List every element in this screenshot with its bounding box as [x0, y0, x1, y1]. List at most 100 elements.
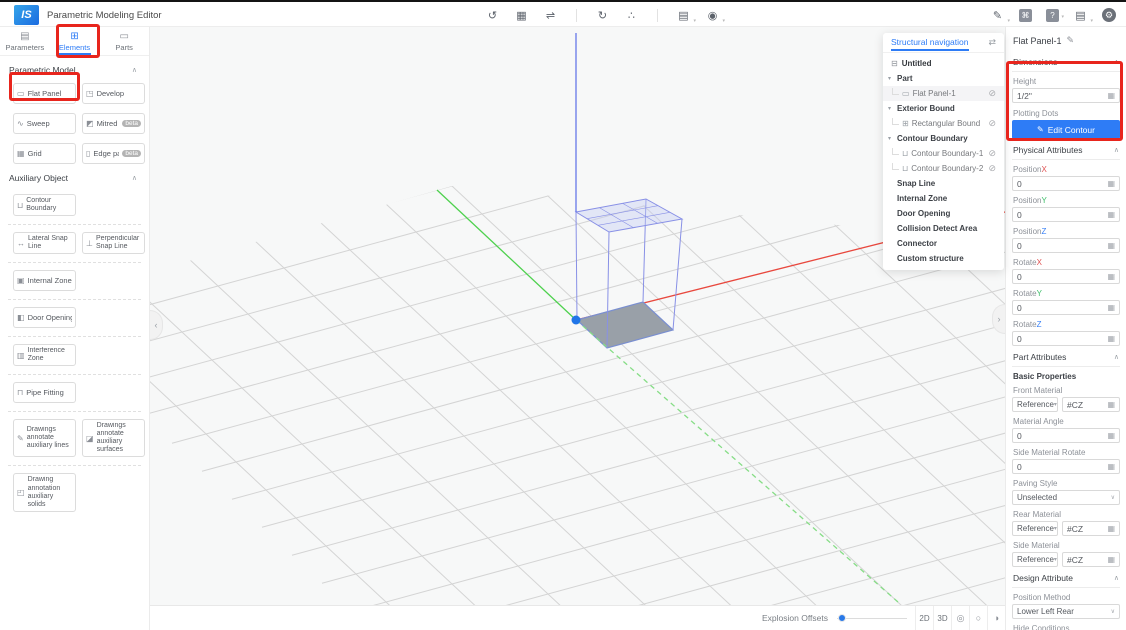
drawing-annotation-auxiliary-solids-button[interactable]: ◰Drawing annotation auxiliary solids — [13, 473, 76, 511]
calculator-icon[interactable]: ▦ — [1107, 179, 1115, 188]
docs-icon[interactable]: ▤▾ — [1073, 9, 1088, 22]
calculator-icon[interactable]: ▦ — [1107, 524, 1115, 533]
visibility-eye-icon[interactable]: ⊘ — [988, 163, 996, 174]
orbit-tool-icon[interactable]: ↺ — [485, 9, 500, 22]
calculator-icon[interactable]: ▦ — [1107, 210, 1115, 219]
tree-row-flat-panel-1[interactable]: ▭Flat Panel-1⊘ — [883, 86, 1004, 101]
calculator-icon[interactable]: ▦ — [1107, 91, 1115, 100]
flat-panel-button[interactable]: ▭Flat Panel — [13, 83, 76, 104]
rotatez-input[interactable]: 0▦ — [1012, 331, 1120, 346]
tree-row-contour-boundary-1[interactable]: ⊔Contour Boundary-1⊘ — [883, 146, 1004, 161]
visibility-eye-icon[interactable]: ⊘ — [988, 118, 996, 129]
settings-gear-icon[interactable]: ⚙ — [1102, 8, 1116, 22]
calculator-icon[interactable]: ▦ — [1107, 272, 1115, 281]
calculator-icon[interactable]: ▦ — [1107, 431, 1115, 440]
shortcuts-icon[interactable]: ⌘ — [1019, 9, 1032, 22]
collapse-caret-icon[interactable]: ∧ — [1114, 58, 1119, 66]
view-2d-button[interactable]: 2D — [915, 606, 933, 630]
perspective-view-button[interactable]: ◎ — [951, 606, 969, 630]
slider-handle[interactable] — [838, 614, 846, 622]
material-angle-input[interactable]: 0▦ — [1012, 428, 1120, 443]
tree-row-collision-detect-area[interactable]: Collision Detect Area — [883, 221, 1004, 236]
position-method-select[interactable]: Lower Left Rear∨ — [1012, 604, 1120, 619]
edit-contour-button[interactable]: ✎Edit Contour — [1012, 120, 1120, 139]
side-material-select[interactable]: Reference▾ — [1012, 552, 1058, 567]
internal-zone-button[interactable]: ▣Internal Zone — [13, 270, 76, 291]
positionx-input[interactable]: 0▦ — [1012, 176, 1120, 191]
tree-row-custom-structure[interactable]: Custom structure — [883, 251, 1004, 266]
collapse-caret-icon[interactable]: ∧ — [132, 174, 137, 182]
grid-button[interactable]: ▦Grid — [13, 143, 76, 164]
explosion-offsets-slider[interactable] — [837, 613, 907, 623]
tree-expander-icon[interactable]: ▾ — [888, 135, 891, 142]
collapse-caret-icon[interactable]: ∧ — [132, 66, 137, 74]
tree-row-snap-line[interactable]: Snap Line — [883, 176, 1004, 191]
height-input[interactable]: 1/2"▦ — [1012, 88, 1120, 103]
collapse-caret-icon[interactable]: ∧ — [1114, 353, 1119, 361]
viewport-3d[interactable]: Explosion Offsets 2D3D◎○◑ — [150, 27, 1005, 630]
calculator-icon[interactable]: ▦ — [1107, 555, 1115, 564]
calculator-icon[interactable]: ▦ — [1107, 241, 1115, 250]
rear-material-input[interactable]: #CZ▦ — [1062, 521, 1120, 536]
edit-pencil-icon[interactable]: ✎▾ — [990, 9, 1005, 22]
tab-parameters[interactable]: ▤Parameters — [0, 27, 50, 55]
tree-row-part[interactable]: ▾Part — [883, 71, 1004, 86]
side-material-rotate-input[interactable]: 0▦ — [1012, 459, 1120, 474]
lateral-snap-line-button[interactable]: ↔Lateral Snap Line — [13, 232, 76, 254]
side-material-input[interactable]: #CZ▦ — [1062, 552, 1120, 567]
tree-row-rectangular-bound[interactable]: ⊞Rectangular Bound⊘ — [883, 116, 1004, 131]
develop-button[interactable]: ◳Develop — [82, 83, 145, 104]
sweep-button[interactable]: ∿Sweep — [13, 113, 76, 134]
orthographic-view-button[interactable]: ○ — [969, 606, 987, 630]
flat-panel-slab[interactable] — [577, 302, 673, 348]
component-library-icon[interactable]: ◉▾ — [705, 9, 720, 22]
origin-point-dot[interactable] — [572, 316, 581, 325]
tree-row-door-opening[interactable]: Door Opening — [883, 206, 1004, 221]
tree-row-untitled[interactable]: ⊟Untitled — [883, 56, 1004, 71]
tab-elements[interactable]: ⊞Elements — [50, 27, 100, 55]
drawings-annotate-auxiliary-lines-button[interactable]: ✎Drawings annotate auxiliary lines — [13, 419, 76, 457]
array-grid-tool-icon[interactable]: ▦ — [514, 9, 529, 22]
snap-points-tool-icon[interactable]: ∴ — [624, 9, 639, 22]
tree-expander-icon[interactable]: ▾ — [888, 105, 891, 112]
tree-row-connector[interactable]: Connector — [883, 236, 1004, 251]
interference-zone-button[interactable]: ▥Interference Zone — [13, 344, 76, 366]
calculator-icon[interactable]: ▦ — [1107, 303, 1115, 312]
positionz-input[interactable]: 0▦ — [1012, 238, 1120, 253]
collapse-caret-icon[interactable]: ∧ — [1114, 146, 1119, 154]
drawings-annotate-auxiliary-surfaces-button[interactable]: ◪Drawings annotate auxiliary surfaces — [82, 419, 145, 457]
door-opening-button[interactable]: ◧Door Opening — [13, 307, 76, 328]
perpendicular-snap-line-button[interactable]: ⊥Perpendicular Snap Line — [82, 232, 145, 254]
calculator-icon[interactable]: ▦ — [1107, 462, 1115, 471]
front-material-select[interactable]: Reference▾ — [1012, 397, 1058, 412]
rotatey-input[interactable]: 0▦ — [1012, 300, 1120, 315]
mitred-swee-button[interactable]: ◩Mitred Sweebeta — [82, 113, 145, 134]
panel-collapse-icon[interactable]: ⇄ — [988, 37, 996, 48]
calculator-icon[interactable]: ▦ — [1107, 334, 1115, 343]
refresh-tool-icon[interactable]: ↻ — [595, 9, 610, 22]
collapse-caret-icon[interactable]: ∧ — [1114, 574, 1119, 582]
tree-row-contour-boundary[interactable]: ▾Contour Boundary — [883, 131, 1004, 146]
rotatex-input[interactable]: 0▦ — [1012, 269, 1120, 284]
structural-navigation-title[interactable]: Structural navigation — [891, 34, 969, 51]
tree-row-internal-zone[interactable]: Internal Zone — [883, 191, 1004, 206]
mirror-tool-icon[interactable]: ⇌ — [543, 9, 558, 22]
calculator-icon[interactable]: ▦ — [1107, 400, 1115, 409]
rear-material-select[interactable]: Reference▾ — [1012, 521, 1058, 536]
tree-row-exterior-bound[interactable]: ▾Exterior Bound — [883, 101, 1004, 116]
tree-expander-icon[interactable]: ▾ — [888, 75, 891, 82]
front-material-input[interactable]: #CZ▦ — [1062, 397, 1120, 412]
export-drawing-icon[interactable]: ▤▾ — [676, 9, 691, 22]
contour-boundary-button[interactable]: ⊔Contour Boundary — [13, 194, 76, 216]
rename-pencil-icon[interactable]: ✎ — [1067, 35, 1075, 46]
pipe-fitting-button[interactable]: ⊓Pipe Fitting — [13, 382, 76, 403]
tree-row-contour-boundary-2[interactable]: ⊔Contour Boundary-2⊘ — [883, 161, 1004, 176]
help-icon[interactable]: ?▾ — [1046, 9, 1059, 22]
visibility-eye-icon[interactable]: ⊘ — [988, 88, 996, 99]
positiony-input[interactable]: 0▦ — [1012, 207, 1120, 222]
paving-style-select[interactable]: Unselected∨ — [1012, 490, 1120, 505]
visibility-eye-icon[interactable]: ⊘ — [988, 148, 996, 159]
tab-parts[interactable]: ▭Parts — [99, 27, 149, 55]
edge-panel-button[interactable]: ▯Edge panelbeta — [82, 143, 145, 164]
shading-toggle-button[interactable]: ◑ — [987, 606, 1005, 630]
